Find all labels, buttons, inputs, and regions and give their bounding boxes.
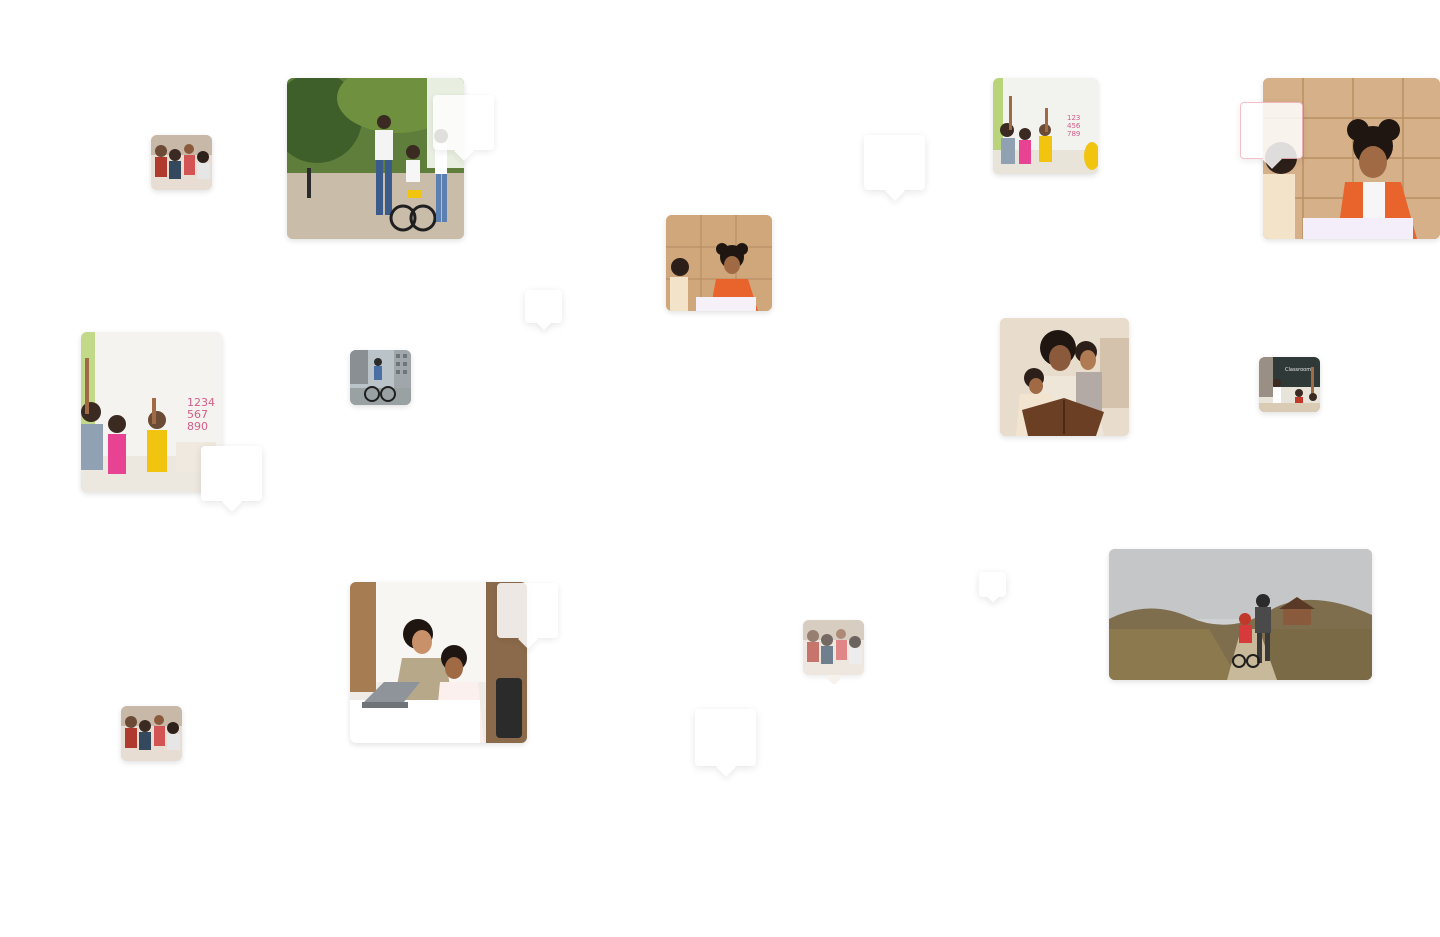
empty-marker[interactable]	[1240, 102, 1303, 169]
empty-marker[interactable]	[201, 446, 262, 512]
photo-marker-man-cycling[interactable]	[350, 350, 411, 415]
map-markers-canvas: 123 456 789 1234 567 890 Classroom	[0, 0, 1440, 937]
photo-marker-mother-reading[interactable]	[1000, 318, 1129, 455]
empty-marker[interactable]	[497, 583, 558, 649]
svg-text:Classroom: Classroom	[1285, 367, 1311, 373]
empty-marker[interactable]	[433, 95, 494, 161]
empty-marker[interactable]	[695, 709, 756, 777]
photo-marker-girl-drawing[interactable]	[666, 215, 772, 324]
svg-text:456: 456	[1067, 122, 1081, 130]
svg-text:789: 789	[1067, 130, 1080, 138]
empty-marker[interactable]	[864, 135, 925, 201]
photo-marker-father-child-running[interactable]	[1109, 549, 1372, 699]
photo-marker-classroom-group[interactable]	[121, 706, 182, 772]
svg-text:123: 123	[1067, 114, 1080, 122]
photo-marker-kids-raising-hands[interactable]: 123 456 789	[993, 78, 1098, 187]
empty-marker[interactable]	[525, 290, 562, 331]
photo-marker-classroom-group[interactable]	[803, 620, 864, 686]
photo-marker-classroom-group[interactable]	[151, 135, 212, 201]
photo-marker-teacher-chalkboard[interactable]: Classroom	[1259, 357, 1320, 422]
svg-text:890: 890	[187, 420, 208, 433]
empty-marker[interactable]	[979, 572, 1006, 603]
